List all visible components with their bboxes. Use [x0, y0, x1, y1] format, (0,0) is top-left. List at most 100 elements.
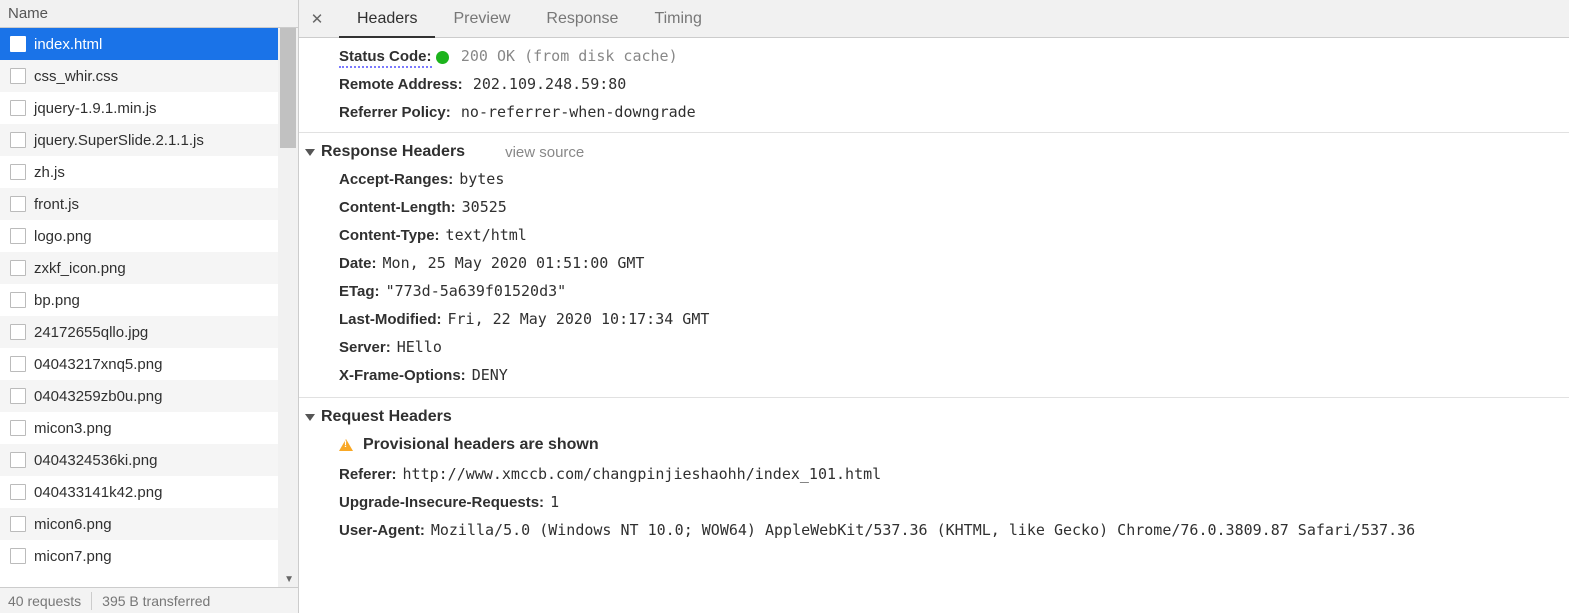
header-label: User-Agent: [339, 522, 425, 539]
file-icon [10, 356, 26, 372]
header-row: Accept-Ranges:bytes [321, 165, 1569, 193]
header-label: Content-Type: [339, 227, 440, 244]
header-row: Content-Length:30525 [321, 193, 1569, 221]
header-label: Last-Modified: [339, 311, 442, 328]
header-row: Upgrade-Insecure-Requests:1 [321, 488, 1569, 516]
referrer-policy-value: no-referrer-when-downgrade [455, 103, 696, 121]
remote-address-row: Remote Address: 202.109.248.59:80 [321, 70, 1569, 98]
header-value: "773d-5a639f01520d3" [380, 282, 567, 300]
file-row[interactable]: micon6.png [0, 508, 279, 540]
header-label: Upgrade-Insecure-Requests: [339, 494, 544, 511]
close-icon[interactable]: ✕ [305, 10, 329, 28]
response-headers-header[interactable]: Response Headers view source [299, 143, 1569, 161]
file-icon [10, 36, 26, 52]
header-label: X-Frame-Options: [339, 367, 466, 384]
file-name: jquery.SuperSlide.2.1.1.js [34, 132, 204, 149]
file-row[interactable]: 040433141k42.png [0, 476, 279, 508]
file-row[interactable]: 04043259zb0u.png [0, 380, 279, 412]
file-name: logo.png [34, 228, 92, 245]
response-headers-title: Response Headers [321, 143, 465, 161]
file-icon [10, 164, 26, 180]
file-list-viewport: index.html css_whir.css jquery-1.9.1.min.j… [0, 28, 298, 587]
file-row[interactable]: jquery-1.9.1.min.js [0, 92, 279, 124]
file-list: index.html css_whir.css jquery-1.9.1.min.j… [0, 28, 279, 572]
header-value: Mozilla/5.0 (Windows NT 10.0; WOW64) App… [425, 521, 1415, 539]
view-source-link[interactable]: view source [505, 144, 584, 161]
file-icon [10, 324, 26, 340]
file-name: front.js [34, 196, 79, 213]
status-divider [91, 592, 92, 610]
header-value: 30525 [456, 198, 507, 216]
file-icon [10, 452, 26, 468]
request-headers-header[interactable]: Request Headers [299, 408, 1569, 426]
details-panel: ✕ HeadersPreviewResponseTiming Status Co… [299, 0, 1569, 613]
file-name: bp.png [34, 292, 80, 309]
header-label: Referer: [339, 466, 397, 483]
details-content: Status Code: 200 OK (from disk cache) Re… [299, 38, 1569, 613]
header-label: Accept-Ranges: [339, 171, 453, 188]
response-headers-body: Accept-Ranges:bytesContent-Length:30525C… [299, 161, 1569, 389]
devtools-network-panel: Name index.html css_whir.css jquery-1.9.1.… [0, 0, 1569, 613]
header-label: Date: [339, 255, 377, 272]
header-label: ETag: [339, 283, 380, 300]
scroll-down-icon[interactable]: ▼ [284, 574, 294, 585]
file-icon [10, 420, 26, 436]
file-row[interactable]: micon7.png [0, 540, 279, 572]
file-icon [10, 228, 26, 244]
tab-headers[interactable]: Headers [339, 0, 435, 38]
header-row: Last-Modified:Fri, 22 May 2020 10:17:34 … [321, 305, 1569, 333]
header-value: bytes [453, 170, 504, 188]
file-name: index.html [34, 36, 102, 53]
file-row[interactable]: micon3.png [0, 412, 279, 444]
request-headers-title: Request Headers [321, 408, 452, 426]
status-code-row: Status Code: 200 OK (from disk cache) [321, 42, 1569, 70]
triangle-down-icon [305, 414, 315, 421]
header-row: Referer:http://www.xmccb.com/changpinjie… [321, 460, 1569, 488]
file-row[interactable]: logo.png [0, 220, 279, 252]
requests-panel: Name index.html css_whir.css jquery-1.9.1.… [0, 0, 299, 613]
file-row[interactable]: 04043217xnq5.png [0, 348, 279, 380]
file-row[interactable]: zxkf_icon.png [0, 252, 279, 284]
tab-response[interactable]: Response [528, 0, 636, 38]
file-row[interactable]: index.html [0, 28, 279, 60]
header-row: User-Agent:Mozilla/5.0 (Windows NT 10.0;… [321, 516, 1569, 544]
file-row[interactable]: 0404324536ki.png [0, 444, 279, 476]
file-icon [10, 100, 26, 116]
file-row[interactable]: jquery.SuperSlide.2.1.1.js [0, 124, 279, 156]
file-row[interactable]: zh.js [0, 156, 279, 188]
scrollbar-thumb[interactable] [280, 28, 296, 148]
header-value: 1 [544, 493, 559, 511]
header-value: Mon, 25 May 2020 01:51:00 GMT [377, 254, 645, 272]
file-name: zxkf_icon.png [34, 260, 126, 277]
file-name: 24172655qllo.jpg [34, 324, 148, 341]
request-headers-section: Request Headers Provisional headers are … [299, 397, 1569, 546]
file-icon [10, 260, 26, 276]
tab-preview[interactable]: Preview [435, 0, 528, 38]
name-column-header[interactable]: Name [0, 0, 298, 28]
header-row: ETag:"773d-5a639f01520d3" [321, 277, 1569, 305]
transferred-size: 395 B transferred [102, 593, 210, 609]
header-row: Content-Type:text/html [321, 221, 1569, 249]
file-row[interactable]: 24172655qllo.jpg [0, 316, 279, 348]
file-row[interactable]: bp.png [0, 284, 279, 316]
file-row[interactable]: front.js [0, 188, 279, 220]
file-name: 04043217xnq5.png [34, 356, 162, 373]
scrollbar-track[interactable]: ▲ ▼ [278, 28, 298, 587]
response-headers-section: Response Headers view source Accept-Rang… [299, 132, 1569, 391]
file-icon [10, 548, 26, 564]
tab-timing[interactable]: Timing [636, 0, 719, 38]
file-name: jquery-1.9.1.min.js [34, 100, 157, 117]
file-icon [10, 132, 26, 148]
remote-address-label: Remote Address: [339, 76, 463, 93]
file-name: micon3.png [34, 420, 112, 437]
file-name: css_whir.css [34, 68, 118, 85]
status-bar: 40 requests 395 B transferred [0, 587, 298, 613]
header-row: Server:HEllo [321, 333, 1569, 361]
file-name: zh.js [34, 164, 65, 181]
header-value: http://www.xmccb.com/changpinjieshaohh/i… [397, 465, 882, 483]
file-icon [10, 516, 26, 532]
status-code-value: 200 OK (from disk cache) [455, 47, 678, 65]
provisional-warning: Provisional headers are shown [321, 430, 1569, 460]
status-dot-icon [436, 51, 449, 64]
file-row[interactable]: css_whir.css [0, 60, 279, 92]
